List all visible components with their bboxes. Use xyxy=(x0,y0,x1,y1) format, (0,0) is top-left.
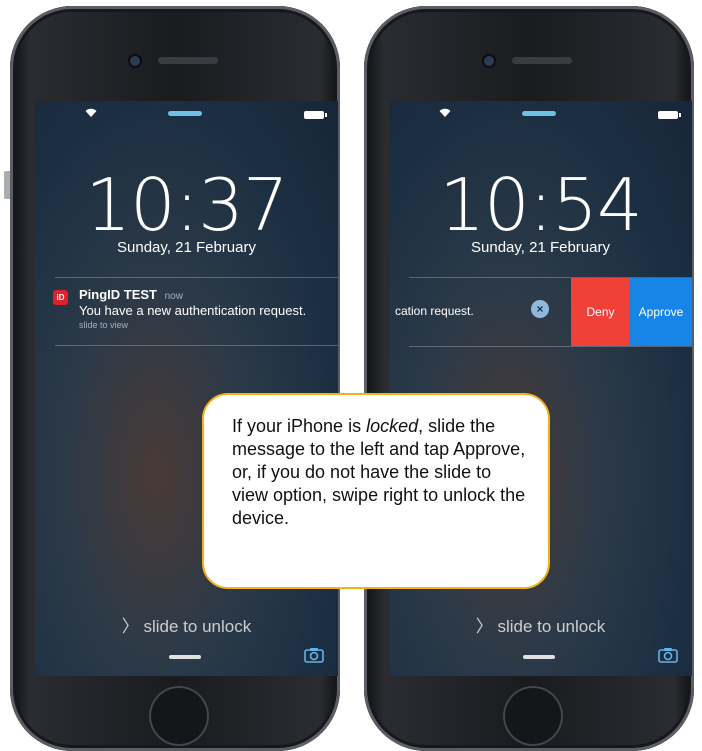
callout-text-start: If your iPhone is xyxy=(232,416,367,436)
left-iphone: 10:37 Sunday, 21 February iD PingID TEST… xyxy=(4,6,340,751)
home-button[interactable] xyxy=(149,686,209,746)
divider xyxy=(55,345,338,346)
lock-screen: 10:37 Sunday, 21 February iD PingID TEST… xyxy=(35,101,338,676)
notification-app-name: PingID TEST xyxy=(79,287,157,302)
earpiece-speaker xyxy=(158,57,218,64)
wifi-icon xyxy=(85,107,97,121)
lock-screen: 10:54 Sunday, 21 February cation request… xyxy=(389,101,692,676)
swiped-notification[interactable]: cation request. × Deny Approve xyxy=(389,278,692,346)
deny-button[interactable]: Deny xyxy=(571,278,630,346)
notification-message: You have a new authentication request. xyxy=(79,303,307,318)
wifi-icon xyxy=(439,107,451,121)
status-bar xyxy=(389,101,692,127)
battery-icon xyxy=(304,111,327,119)
status-bar xyxy=(35,101,338,127)
camera-icon[interactable] xyxy=(658,647,678,663)
notification-center-grabber[interactable] xyxy=(168,111,202,116)
camera-icon[interactable] xyxy=(304,647,324,663)
approve-button[interactable]: Approve xyxy=(630,278,692,346)
lock-date: Sunday, 21 February xyxy=(471,239,610,256)
battery-icon xyxy=(658,111,681,119)
home-button[interactable] xyxy=(503,686,563,746)
instruction-callout: If your iPhone is locked, slide the mess… xyxy=(202,393,550,589)
chevron-right-icon: 〉 xyxy=(121,617,139,636)
earpiece-speaker xyxy=(512,57,572,64)
pingid-app-icon: iD xyxy=(53,290,68,305)
clear-icon[interactable]: × xyxy=(531,300,549,318)
slide-to-unlock[interactable]: 〉 slide to unlock xyxy=(35,612,338,637)
control-center-grabber[interactable] xyxy=(523,655,555,659)
right-iphone: 10:54 Sunday, 21 February cation request… xyxy=(364,6,694,751)
divider xyxy=(55,277,338,278)
lock-date: Sunday, 21 February xyxy=(117,239,256,256)
lock-clock: 10:54 xyxy=(439,163,643,247)
mute-switch xyxy=(4,171,10,199)
notification-time: now xyxy=(164,291,183,302)
lock-clock: 10:37 xyxy=(85,163,289,247)
callout-emphasis: locked xyxy=(366,416,419,436)
front-camera xyxy=(130,56,140,66)
notification-center-grabber[interactable] xyxy=(522,111,556,116)
notification-message: cation request. xyxy=(395,304,474,318)
slide-to-unlock-label: slide to unlock xyxy=(143,617,252,636)
pingid-notification[interactable]: iD PingID TEST now You have a new authen… xyxy=(53,286,338,341)
notification-hint: slide to view xyxy=(79,320,129,330)
slide-to-unlock[interactable]: 〉 slide to unlock xyxy=(389,612,692,637)
slide-to-unlock-label: slide to unlock xyxy=(497,617,606,636)
front-camera xyxy=(484,56,494,66)
control-center-grabber[interactable] xyxy=(169,655,201,659)
chevron-right-icon: 〉 xyxy=(475,617,493,636)
divider xyxy=(409,346,692,347)
